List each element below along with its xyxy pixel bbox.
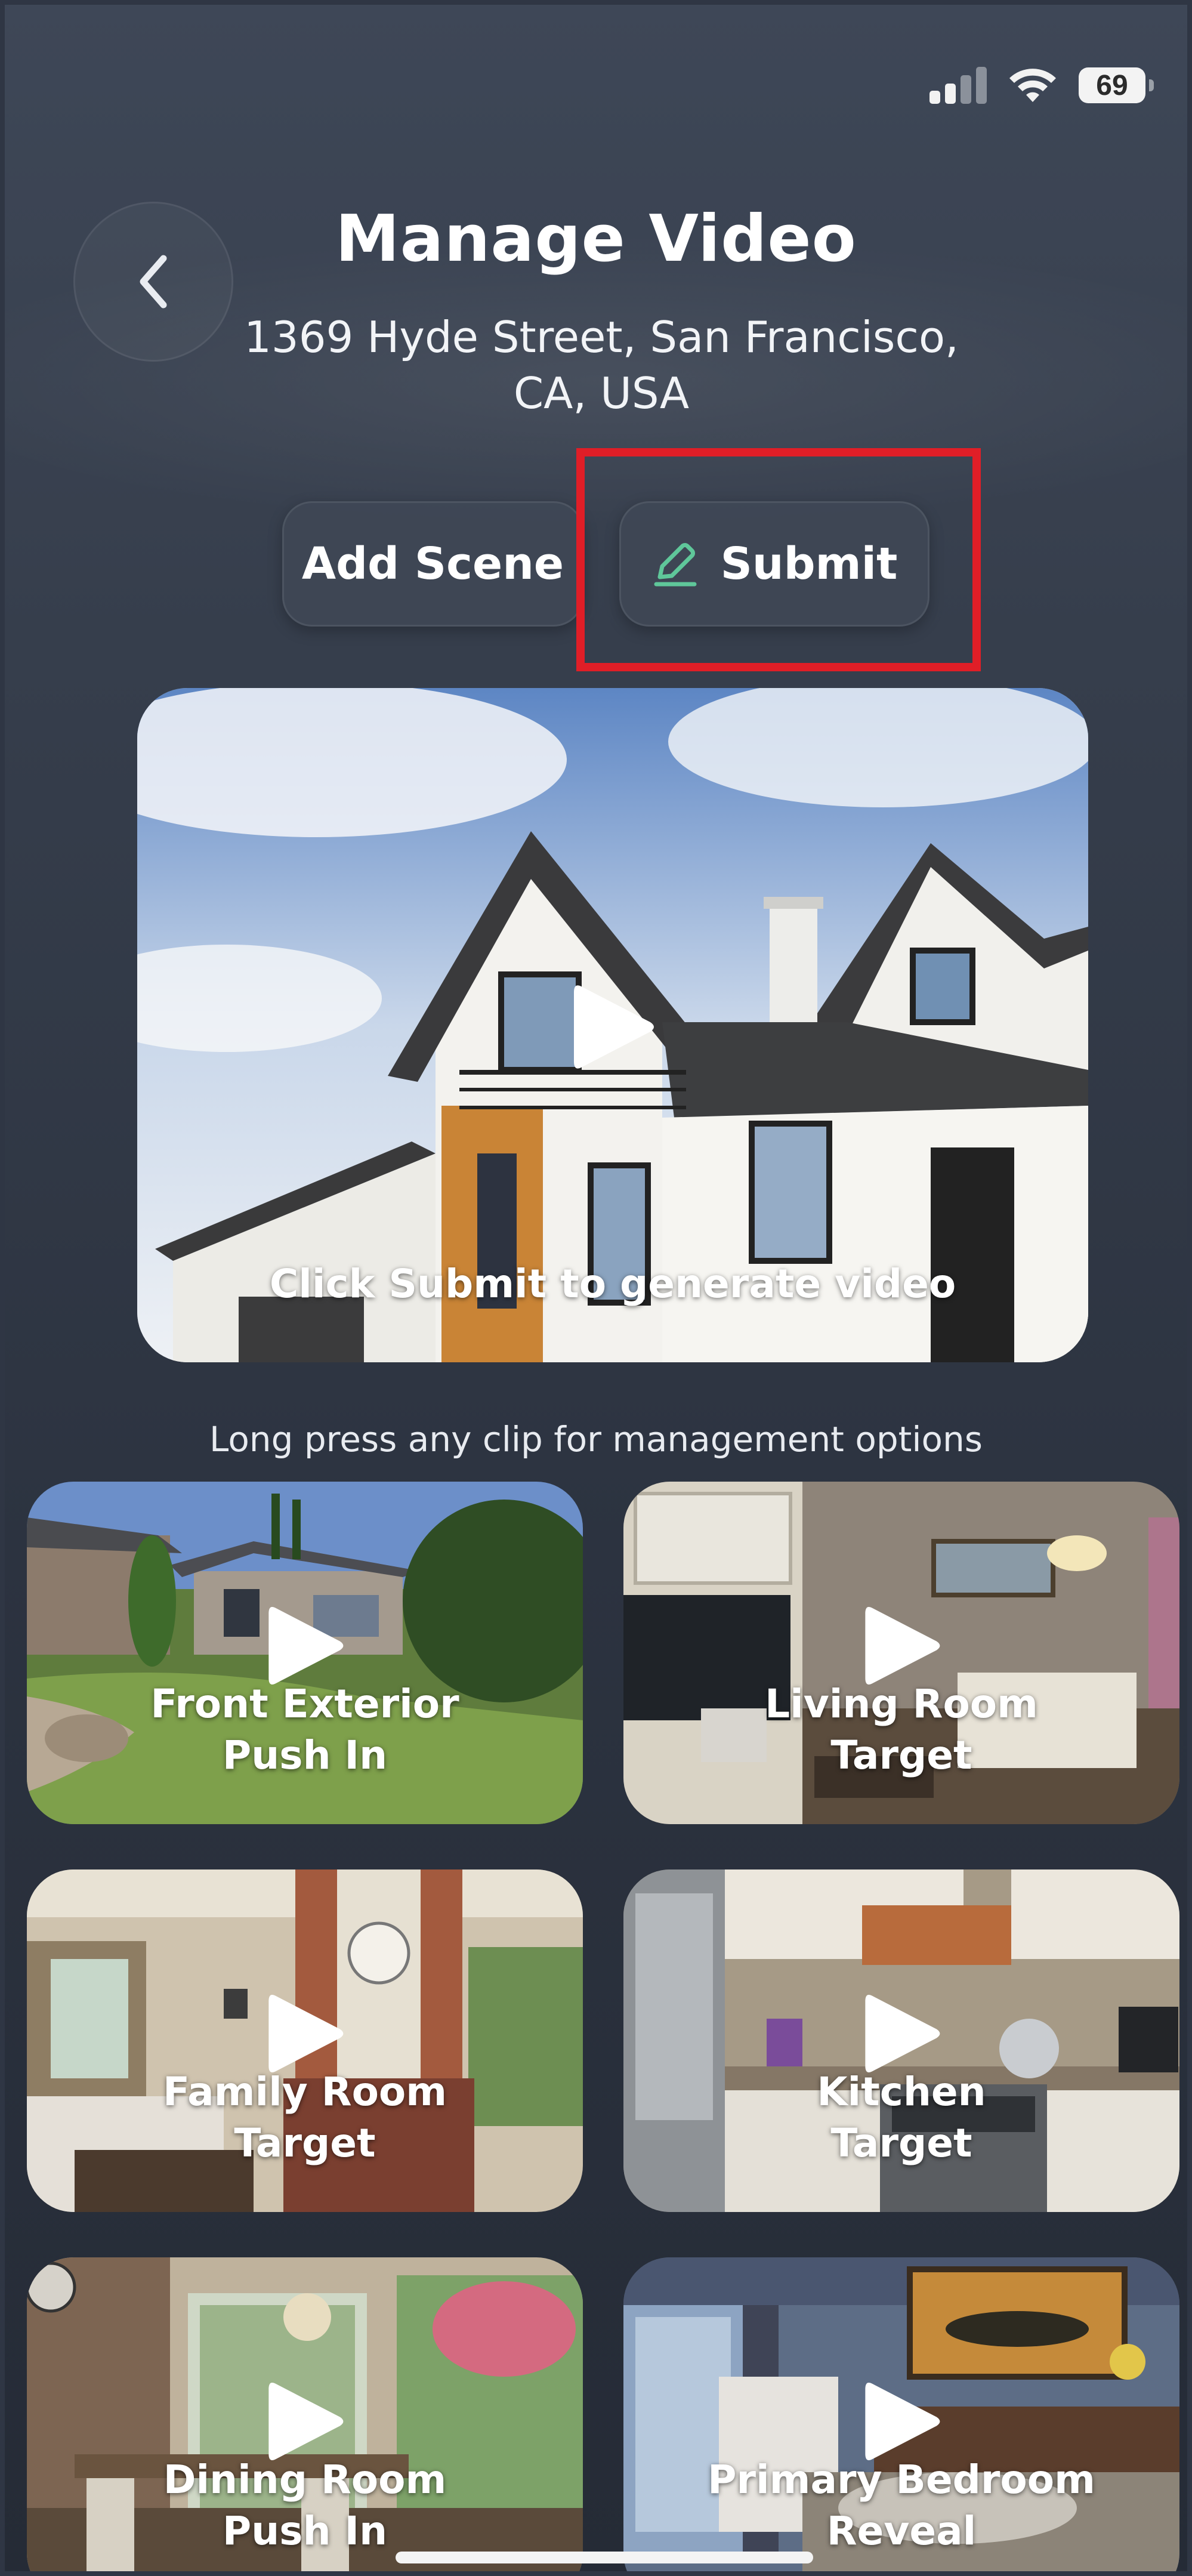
property-address: 1369 Hyde Street, San Francisco, CA, USA [184, 309, 1019, 421]
cellular-signal-icon [929, 67, 987, 104]
play-icon[interactable] [263, 2377, 347, 2466]
clip-room: Kitchen [817, 2069, 986, 2115]
play-icon[interactable] [860, 1601, 943, 1690]
clip-move: Target [234, 2120, 376, 2166]
clip-card[interactable]: Primary Bedroom Reveal [623, 2257, 1179, 2571]
clip-move: Push In [222, 2508, 388, 2554]
clip-label: Primary Bedroom Reveal [623, 2454, 1179, 2557]
status-bar: 69 [929, 64, 1154, 106]
clip-move: Target [830, 1732, 972, 1778]
page-title: Manage Video [335, 202, 857, 276]
battery-level: 69 [1096, 69, 1128, 101]
clip-room: Primary Bedroom [708, 2457, 1095, 2503]
add-scene-button[interactable]: Add Scene [282, 501, 583, 627]
play-icon[interactable] [568, 979, 657, 1075]
preview-caption: Click Submit to generate video [269, 1261, 956, 1307]
clip-move: Push In [222, 1732, 388, 1778]
highlight-annotation [576, 448, 981, 671]
wifi-icon [1009, 69, 1056, 102]
play-icon[interactable] [263, 1989, 347, 2078]
play-icon[interactable] [860, 1989, 943, 2078]
add-scene-label: Add Scene [301, 538, 564, 590]
play-icon[interactable] [860, 2377, 943, 2466]
clip-label: Kitchen Target [623, 2066, 1179, 2169]
clip-room: Front Exterior [150, 1681, 459, 1727]
play-icon[interactable] [263, 1601, 347, 1690]
clip-card[interactable]: Front Exterior Push In [27, 1482, 583, 1824]
clip-room: Dining Room [163, 2457, 447, 2503]
clip-label: Family Room Target [27, 2066, 583, 2169]
clip-move: Reveal [826, 2508, 977, 2554]
video-preview[interactable]: Click Submit to generate video [137, 688, 1088, 1362]
clip-label: Front Exterior Push In [27, 1679, 583, 1781]
clip-card[interactable]: Living Room Target [623, 1482, 1179, 1824]
clip-label: Living Room Target [623, 1679, 1179, 1781]
clip-card[interactable]: Kitchen Target [623, 1869, 1179, 2212]
clip-hint: Long press any clip for management optio… [209, 1419, 983, 1460]
clip-card[interactable]: Family Room Target [27, 1869, 583, 2212]
address-line-1: 1369 Hyde Street, San Francisco, [244, 312, 959, 362]
clip-room: Living Room [765, 1681, 1038, 1727]
home-indicator[interactable] [396, 2552, 813, 2563]
clip-room: Family Room [162, 2069, 447, 2115]
clip-move: Target [830, 2120, 972, 2166]
battery-indicator: 69 [1079, 67, 1154, 103]
address-line-2: CA, USA [513, 368, 690, 418]
app-screen: 69 Manage Video 1369 Hyde Street, San Fr… [5, 5, 1187, 2571]
clip-card[interactable]: Dining Room Push In [27, 2257, 583, 2571]
clip-label: Dining Room Push In [27, 2454, 583, 2557]
